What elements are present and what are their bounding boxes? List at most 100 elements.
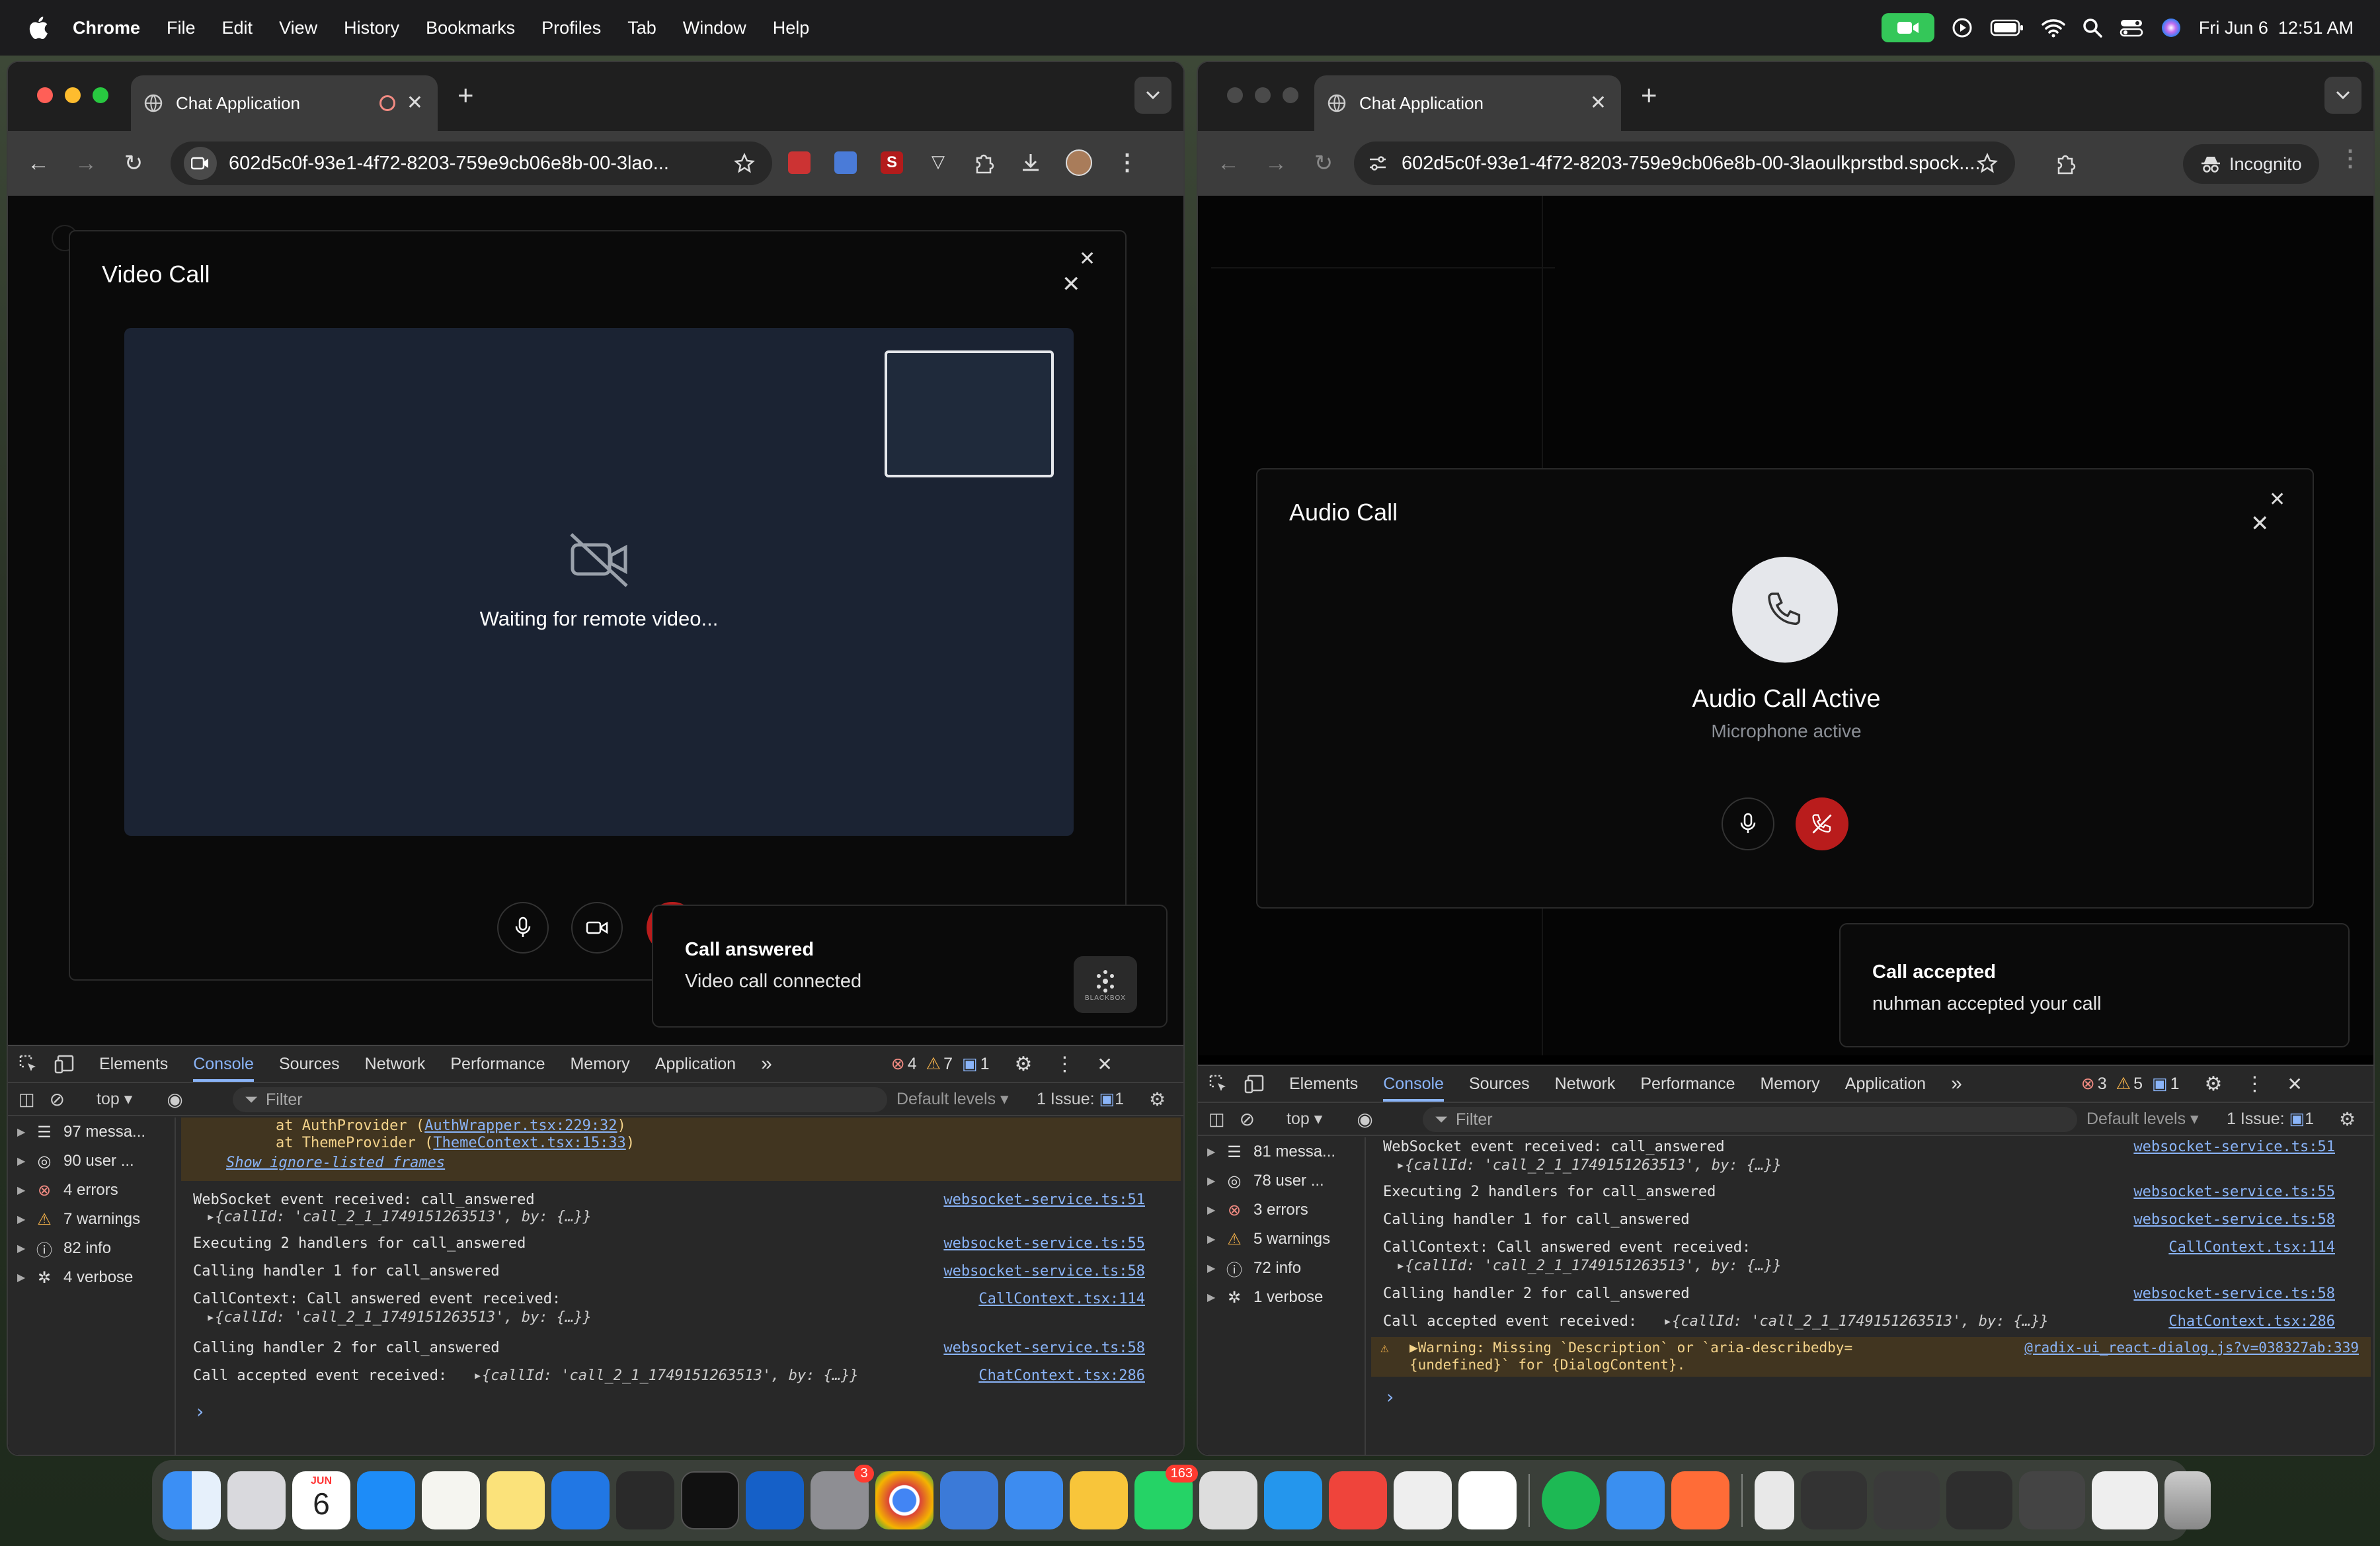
clear-console-icon[interactable]: ⊘ xyxy=(50,1088,65,1110)
translate-extension-icon[interactable] xyxy=(834,151,857,174)
new-tab-button[interactable]: + xyxy=(1641,79,1657,111)
console-filter-input[interactable]: ⏷ Filter xyxy=(233,1087,887,1112)
reload-button[interactable]: ↻ xyxy=(110,150,157,177)
extension-icon[interactable] xyxy=(788,151,811,174)
log-object[interactable]: ▸{callId: 'call_2_1_1749151263513', by: … xyxy=(177,1209,1183,1225)
console-filter-input[interactable]: ⏷ Filter xyxy=(1423,1107,2077,1132)
back-button[interactable]: ← xyxy=(15,151,62,177)
tab-performance[interactable]: Performance xyxy=(1640,1075,1735,1094)
source-link[interactable]: websocket-service.ts:58 xyxy=(943,1340,1145,1356)
end-call-button[interactable] xyxy=(1796,797,1848,850)
live-expression-eye-icon[interactable]: ◉ xyxy=(1357,1108,1372,1130)
tab-search-button[interactable] xyxy=(2324,77,2361,114)
chrome-icon[interactable] xyxy=(875,1471,933,1529)
sidebar-item-errors[interactable]: ▶ ⊗ 3 errors xyxy=(1198,1196,1365,1225)
source-link[interactable]: CallContext.tsx:114 xyxy=(2168,1239,2335,1256)
app-store-icon[interactable] xyxy=(357,1471,415,1529)
source-link[interactable]: ChatContext.tsx:286 xyxy=(2168,1313,2335,1330)
console-prompt[interactable]: › xyxy=(1384,1386,1396,1408)
log-object[interactable]: ▸{callId: 'call_2_1_1749151263513', by: … xyxy=(1663,1313,2049,1330)
chrome-menu-icon[interactable]: ⋮ xyxy=(2339,145,2361,172)
archive-file-icon[interactable] xyxy=(1755,1471,1794,1529)
mute-button[interactable] xyxy=(497,902,549,954)
close-tab-icon[interactable]: ✕ xyxy=(407,91,423,114)
cyberduck-icon[interactable] xyxy=(1070,1471,1128,1529)
extensions-puzzle-icon[interactable] xyxy=(2055,152,2077,175)
battery-icon[interactable] xyxy=(1990,19,2024,37)
back-button[interactable]: ← xyxy=(1205,151,1252,177)
window-thumbnail[interactable] xyxy=(1801,1471,1867,1529)
more-tabs-icon[interactable]: » xyxy=(1951,1073,1962,1095)
close-tab-icon[interactable]: ✕ xyxy=(1590,91,1606,114)
whatsapp-icon[interactable]: 163 xyxy=(1134,1465,1198,1529)
extensions-puzzle-icon[interactable] xyxy=(973,151,996,174)
camera-in-use-icon[interactable] xyxy=(1881,13,1934,42)
postgres-icon[interactable] xyxy=(1394,1471,1452,1529)
mail-icon[interactable] xyxy=(1606,1471,1665,1529)
sidebar-item-user-messages[interactable]: ▶ ◎ 90 user ... xyxy=(8,1147,175,1176)
tab-performance[interactable]: Performance xyxy=(450,1055,545,1074)
site-info-icon[interactable] xyxy=(184,147,217,180)
menu-history[interactable]: History xyxy=(344,18,399,38)
console-prompt[interactable]: › xyxy=(194,1401,206,1422)
postman-icon[interactable] xyxy=(1671,1471,1729,1529)
source-link[interactable]: websocket-service.ts:58 xyxy=(2133,1211,2335,1228)
source-link[interactable]: @radix-ui_react-dialog.js?v=038327ab:339 xyxy=(2024,1340,2359,1356)
log-object[interactable]: ▸{callId: 'call_2_1_1749151263513', by: … xyxy=(177,1309,1183,1326)
more-options-icon[interactable]: ⋮ xyxy=(1054,1053,1074,1076)
source-link[interactable]: ChatContext.tsx:286 xyxy=(978,1367,1145,1384)
launchpad-icon[interactable] xyxy=(227,1471,286,1529)
source-link[interactable]: websocket-service.ts:55 xyxy=(943,1235,1145,1252)
source-link[interactable]: websocket-service.ts:51 xyxy=(2133,1139,2335,1155)
sidebar-item-user-messages[interactable]: ▶ ◎ 78 user ... xyxy=(1198,1166,1365,1196)
zoom-window-button[interactable] xyxy=(1283,87,1298,103)
more-options-icon[interactable]: ⋮ xyxy=(2244,1073,2264,1096)
window-thumbnail[interactable] xyxy=(2019,1471,2085,1529)
source-link[interactable]: websocket-service.ts:51 xyxy=(943,1192,1145,1208)
tab-application[interactable]: Application xyxy=(655,1055,736,1074)
remote-desktop-icon[interactable] xyxy=(746,1471,804,1529)
wifi-icon[interactable] xyxy=(2042,18,2065,38)
close-icon[interactable]: ✕ xyxy=(1079,247,1095,270)
tab-memory[interactable]: Memory xyxy=(570,1055,629,1074)
iphone-mirroring-icon[interactable] xyxy=(1199,1471,1257,1529)
menu-tab[interactable]: Tab xyxy=(627,18,656,38)
menu-edit[interactable]: Edit xyxy=(222,18,253,38)
stack-link[interactable]: AuthWrapper.tsx:229:32 xyxy=(424,1118,617,1134)
tab-elements[interactable]: Elements xyxy=(1289,1075,1358,1094)
browser-tab[interactable]: Chat Application ✕ xyxy=(1314,75,1621,131)
menu-bookmarks[interactable]: Bookmarks xyxy=(426,18,515,38)
xcode-icon[interactable] xyxy=(551,1471,610,1529)
browser-tab[interactable]: Chat Application ✕ xyxy=(131,75,438,131)
settings-gear-icon[interactable]: ⚙ xyxy=(1015,1053,1033,1076)
log-object[interactable]: ▸{callId: 'call_2_1_1749151263513', by: … xyxy=(1367,1157,2373,1174)
forward-button[interactable]: → xyxy=(1252,151,1300,177)
context-selector[interactable]: top ▾ xyxy=(97,1089,132,1109)
sidebar-item-info[interactable]: ▶ ⓘ 82 info xyxy=(8,1234,175,1263)
textedit-icon[interactable] xyxy=(422,1471,480,1529)
tab-console[interactable]: Console xyxy=(193,1047,254,1082)
log-levels-dropdown[interactable]: Default levels ▾ xyxy=(2086,1109,2199,1129)
console-settings-icon[interactable]: ⚙ xyxy=(1149,1088,1166,1110)
sidebar-item-verbose[interactable]: ▶ ✲ 1 verbose xyxy=(1198,1283,1365,1312)
tab-console[interactable]: Console xyxy=(1383,1067,1444,1102)
sidebar-item-errors[interactable]: ▶ ⊗ 4 errors xyxy=(8,1176,175,1205)
site-settings-icon[interactable] xyxy=(1367,154,1388,173)
finder-icon[interactable] xyxy=(163,1471,221,1529)
issues-counter[interactable]: 1 Issue: ▣1 xyxy=(1037,1089,1124,1109)
bookmark-star-icon[interactable] xyxy=(1977,153,1998,174)
spotify-icon[interactable] xyxy=(1542,1471,1600,1529)
source-link[interactable]: websocket-service.ts:55 xyxy=(2133,1184,2335,1200)
sidebar-item-warnings[interactable]: ▶ ⚠ 7 warnings xyxy=(8,1205,175,1234)
close-devtools-icon[interactable]: ✕ xyxy=(1097,1053,1112,1075)
chrome-menu-icon[interactable]: ⋮ xyxy=(1116,149,1138,176)
minimize-window-button[interactable] xyxy=(1255,87,1271,103)
tab-sources[interactable]: Sources xyxy=(279,1055,340,1074)
apple-icon[interactable] xyxy=(26,15,49,41)
stack-link[interactable]: ThemeContext.tsx:15:33 xyxy=(433,1135,625,1151)
sidebar-item-verbose[interactable]: ▶ ✲ 4 verbose xyxy=(8,1263,175,1292)
clock[interactable]: Fri Jun 6 12:51 AM xyxy=(2199,18,2354,38)
log-levels-dropdown[interactable]: Default levels ▾ xyxy=(896,1089,1009,1109)
more-tabs-icon[interactable]: » xyxy=(761,1053,772,1075)
instruments-icon[interactable] xyxy=(940,1471,998,1529)
